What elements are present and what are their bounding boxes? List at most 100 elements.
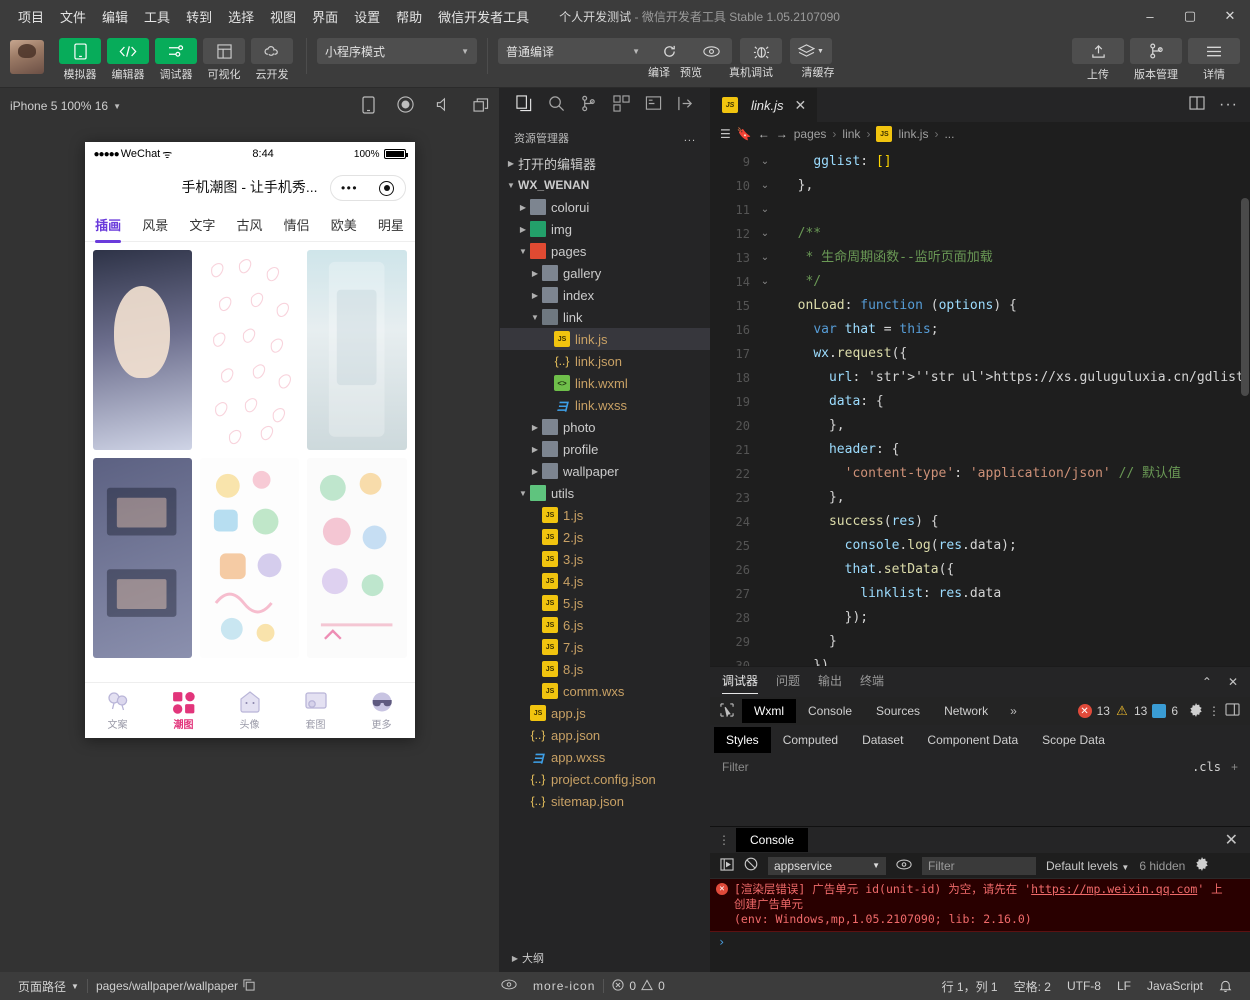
tabbar-item-头像[interactable]: 头像 [217,690,283,731]
execute-icon[interactable] [720,857,734,874]
eye-icon-status[interactable] [501,979,517,993]
fold-toggle[interactable]: ⌄ [756,246,774,270]
overflow-icon[interactable]: » [1000,704,1027,718]
breadcrumb-bookmark-icon[interactable]: 🔖 [737,127,752,141]
gear-icon[interactable] [1189,702,1203,720]
add-style-icon[interactable]: + [1231,760,1238,774]
menu-item-8[interactable]: 设置 [346,3,388,30]
console-context-select[interactable]: appservice ▼ [768,856,886,875]
tree-item-app.wxss[interactable]: ヨ app.wxss [500,746,710,768]
tree-item-link.wxss[interactable]: ヨ link.wxss [500,394,710,416]
fold-toggle[interactable]: ⌄ [756,222,774,246]
preview-button[interactable] [690,38,732,64]
clear-icon[interactable] [744,857,758,874]
devtool-tab-sources[interactable]: Sources [864,699,932,723]
grid-item[interactable] [307,250,407,450]
menu-item-2[interactable]: 编辑 [94,3,136,30]
extensions-icon[interactable] [613,95,630,117]
category-tab-明星[interactable]: 明星 [367,215,414,234]
tabbar-item-套图[interactable]: 套图 [283,691,349,731]
tree-item-project.config.json[interactable]: {..} project.config.json [500,768,710,790]
menu-item-4[interactable]: 转到 [178,3,220,30]
outline-section[interactable]: ▶ 大纲 [500,944,710,972]
devtool-tab-wxml[interactable]: Wxml [742,699,796,723]
editor-tab-linkjs[interactable]: JS link.js ✕ [710,88,818,122]
tree-item-profile[interactable]: ▶ profile [500,438,710,460]
toolbar-phone-button[interactable]: 模拟器 [56,38,104,82]
tree-item-7.js[interactable]: JS 7.js [500,636,710,658]
fold-gutter[interactable]: ⌄ ⌄ ⌄ ⌄ ⌄ ⌄ [756,146,774,666]
tree-item-app.json[interactable]: {..} app.json [500,724,710,746]
breadcrumb-part[interactable]: ... [944,127,954,141]
window-icon[interactable] [473,97,489,115]
project-root-row[interactable]: ▼ WX_WENAN [500,174,710,196]
toolbar-sliders-button[interactable]: 调试器 [152,38,200,82]
status-eye-icon-group[interactable] [493,979,525,993]
devtool-tab-console[interactable]: Console [796,699,864,723]
breadcrumb-part[interactable]: pages [794,127,827,141]
tree-item-index[interactable]: ▶ index [500,284,710,306]
menu-item-3[interactable]: 工具 [136,3,178,30]
inspect-icon[interactable] [718,702,742,720]
minimize-button[interactable]: – [1130,0,1170,32]
tree-item-6.js[interactable]: JS 6.js [500,614,710,636]
mute-icon[interactable] [436,97,451,115]
panel-tab-输出[interactable]: 输出 [818,672,842,693]
language-mode[interactable]: JavaScript [1139,979,1211,993]
source-control-icon[interactable] [580,95,597,117]
tree-item-4.js[interactable]: JS 4.js [500,570,710,592]
breadcrumb-part[interactable]: link.js [898,127,928,141]
log-levels-select[interactable]: Default levels ▼ [1046,859,1129,873]
split-editor-icon[interactable] [1189,95,1205,115]
tree-item-3.js[interactable]: JS 3.js [500,548,710,570]
tree-item-link[interactable]: ▼ link [500,306,710,328]
tree-item-8.js[interactable]: JS 8.js [500,658,710,680]
console-filter-input[interactable]: Filter [922,856,1036,875]
chevron-up-icon[interactable]: ⌃ [1202,675,1212,689]
capsule-button[interactable]: ••• [329,175,406,201]
breadcrumb-part[interactable]: link [842,127,860,141]
search-icon[interactable] [548,95,565,117]
kebab-icon[interactable]: ⋮ [1208,704,1220,718]
style-tab-styles[interactable]: Styles [714,727,771,753]
drag-handle-icon[interactable]: ⋮ [718,833,730,847]
code-area[interactable]: 9 10 11 12 13 14 15 16 17 18 19 20 21 22 23 24 25 26 27 28 2… [710,146,1250,666]
breadcrumb-back-icon[interactable]: ← [758,127,770,141]
menu-item-5[interactable]: 选择 [220,3,262,30]
tree-item-photo[interactable]: ▶ photo [500,416,710,438]
fold-toggle[interactable]: ⌄ [756,198,774,222]
close-icon[interactable]: ✕ [1228,675,1238,689]
tree-item-gallery[interactable]: ▶ gallery [500,262,710,284]
fold-toggle[interactable]: ⌄ [756,270,774,294]
page-path-select[interactable]: 页面路径 ▼ [10,978,87,995]
clear-cache-button[interactable]: ▼ [790,38,832,64]
tabbar-item-潮图[interactable]: 潮图 [151,691,217,731]
bell-icon[interactable] [1211,979,1240,993]
tree-item-link.js[interactable]: JS link.js [500,328,710,350]
tree-item-utils[interactable]: ▼ utils [500,482,710,504]
grid-item[interactable] [199,458,300,658]
category-tab-古风[interactable]: 古风 [226,215,273,234]
cls-button[interactable]: .cls [1192,760,1221,774]
device-select[interactable]: iPhone 5 100% 16 [10,99,108,113]
compile-button[interactable] [648,38,690,64]
source-code[interactable]: gglist: [] }, /** * 生命周期函数--监听页面加载 */ on… [774,146,1250,666]
files-icon[interactable] [516,95,533,117]
more-icon[interactable]: ... [684,132,696,144]
menu-item-9[interactable]: 帮助 [388,3,430,30]
style-tab-scope-data[interactable]: Scope Data [1030,727,1117,753]
breadcrumb-menu-icon[interactable]: ☰ [720,127,731,141]
error-link[interactable]: https://mp.weixin.qq.com [1031,882,1197,896]
status-more-icon[interactable]: more-icon [525,979,603,993]
tree-item-wallpaper[interactable]: ▶ wallpaper [500,460,710,482]
toolbar-upload-button[interactable]: 上传 [1072,38,1124,82]
tree-item-link.wxml[interactable]: <> link.wxml [500,372,710,394]
console-prompt[interactable]: › [710,932,1250,952]
encoding[interactable]: UTF-8 [1059,979,1109,993]
console-close-icon[interactable]: ✕ [1225,830,1250,850]
tree-item-2.js[interactable]: JS 2.js [500,526,710,548]
tree-item-comm.wxs[interactable]: JS comm.wxs [500,680,710,702]
tree-item-sitemap.json[interactable]: {..} sitemap.json [500,790,710,812]
tabbar-item-文案[interactable]: 文案 [85,691,151,731]
close-tab-icon[interactable]: ✕ [792,97,810,114]
